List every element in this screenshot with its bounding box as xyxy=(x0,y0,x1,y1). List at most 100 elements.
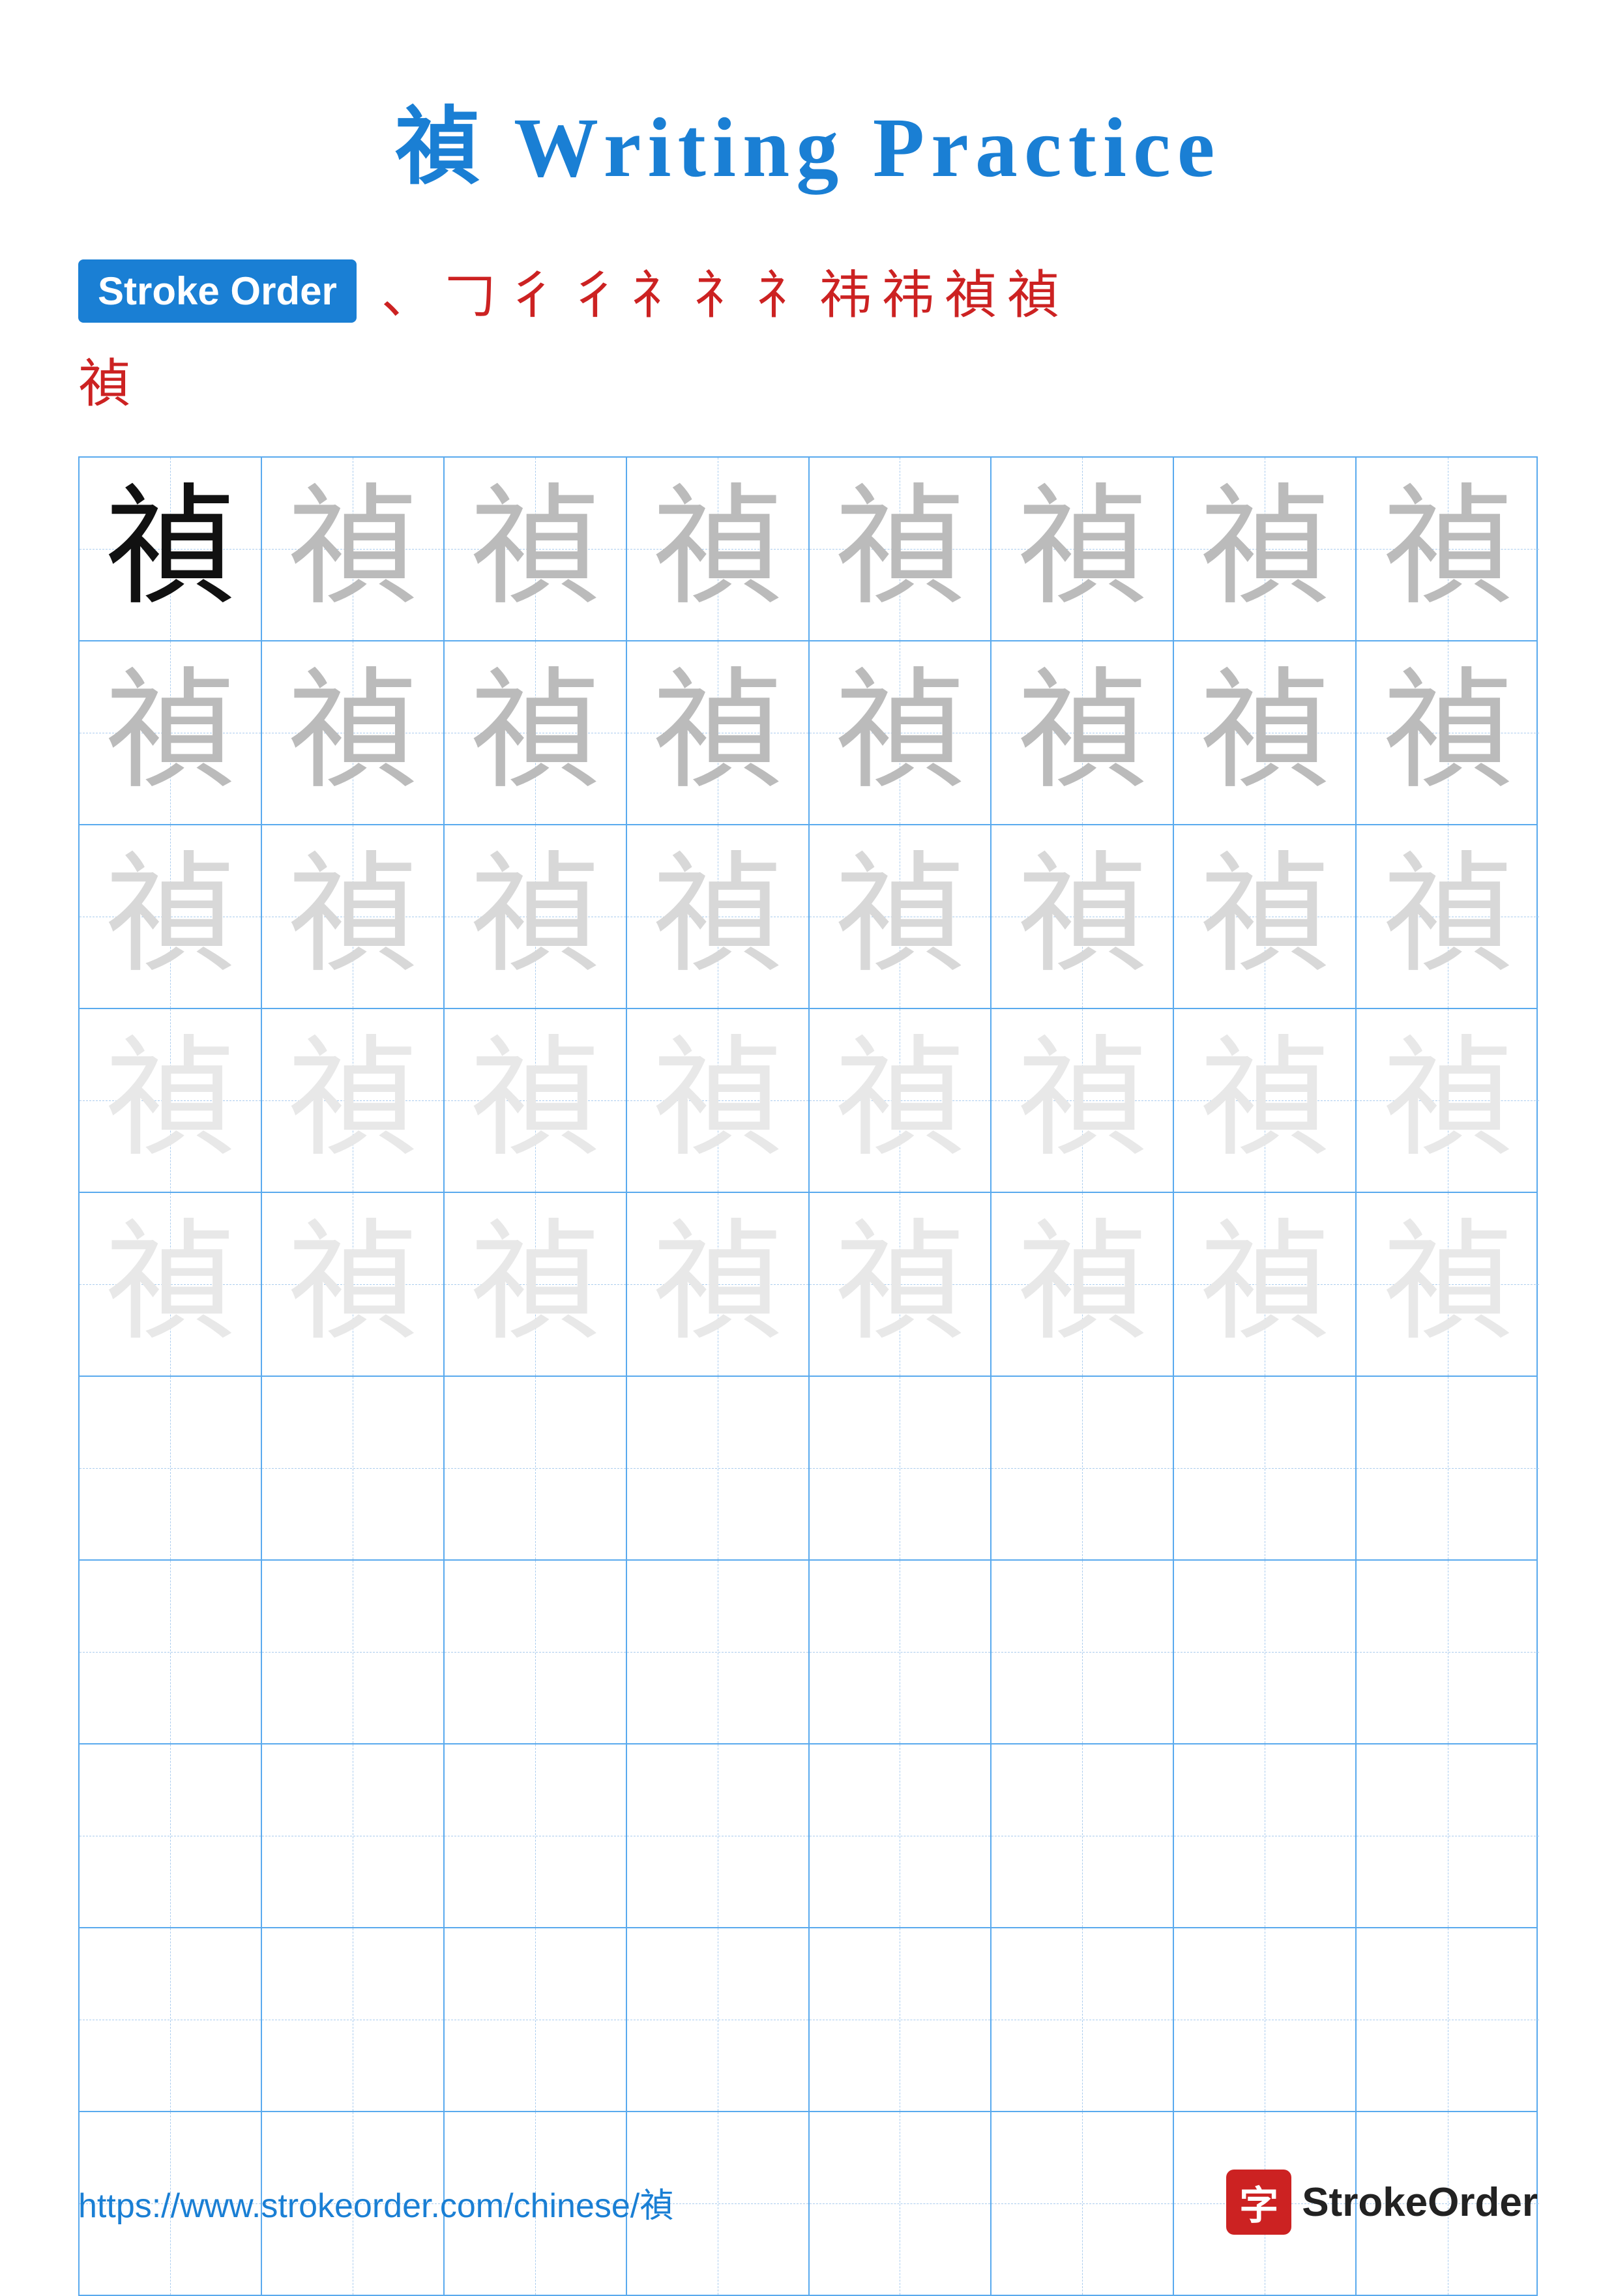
grid-cell-5-1[interactable]: 禎 xyxy=(80,1193,262,1376)
grid-cell-8-8[interactable] xyxy=(1357,1744,1539,1927)
grid-cell-7-7[interactable] xyxy=(1174,1561,1357,1743)
grid-cell-4-6[interactable]: 禎 xyxy=(992,1009,1174,1192)
grid-cell-5-3[interactable]: 禎 xyxy=(445,1193,627,1376)
grid-cell-1-8[interactable]: 禎 xyxy=(1357,458,1539,640)
grid-cell-4-7[interactable]: 禎 xyxy=(1174,1009,1357,1192)
grid-cell-8-2[interactable] xyxy=(262,1744,445,1927)
practice-char: 禎 xyxy=(470,484,600,614)
grid-cell-4-8[interactable]: 禎 xyxy=(1357,1009,1539,1192)
stroke-order-section: Stroke Order 、 𠃌 彳 彳 礻 礻 礻 祎 祎 禎 禎 xyxy=(78,253,1538,329)
grid-cell-2-5[interactable]: 禎 xyxy=(810,641,992,824)
grid-cell-3-7[interactable]: 禎 xyxy=(1174,825,1357,1008)
stroke-order-badge: Stroke Order xyxy=(78,259,357,323)
grid-cell-3-4[interactable]: 禎 xyxy=(627,825,810,1008)
grid-cell-9-1[interactable] xyxy=(80,1928,262,2111)
stroke-char-5: 礻 xyxy=(632,253,684,329)
grid-cell-8-3[interactable] xyxy=(445,1744,627,1927)
grid-cell-2-2[interactable]: 禎 xyxy=(262,641,445,824)
grid-cell-2-7[interactable]: 禎 xyxy=(1174,641,1357,824)
grid-cell-8-1[interactable] xyxy=(80,1744,262,1927)
grid-cell-1-7[interactable]: 禎 xyxy=(1174,458,1357,640)
grid-cell-1-3[interactable]: 禎 xyxy=(445,458,627,640)
grid-cell-5-2[interactable]: 禎 xyxy=(262,1193,445,1376)
grid-cell-2-4[interactable]: 禎 xyxy=(627,641,810,824)
grid-cell-9-5[interactable] xyxy=(810,1928,992,2111)
grid-cell-5-6[interactable]: 禎 xyxy=(992,1193,1174,1376)
grid-cell-4-2[interactable]: 禎 xyxy=(262,1009,445,1192)
grid-cell-1-2[interactable]: 禎 xyxy=(262,458,445,640)
practice-char: 禎 xyxy=(1017,484,1147,614)
grid-cell-6-3[interactable] xyxy=(445,1377,627,1559)
grid-row-3: 禎 禎 禎 禎 禎 禎 禎 禎 xyxy=(80,825,1536,1009)
grid-cell-7-8[interactable] xyxy=(1357,1561,1539,1743)
practice-char: 禎 xyxy=(834,668,965,798)
grid-cell-1-1[interactable]: 禎 xyxy=(80,458,262,640)
grid-cell-6-1[interactable] xyxy=(80,1377,262,1559)
practice-char: 禎 xyxy=(1383,1219,1513,1349)
grid-cell-4-1[interactable]: 禎 xyxy=(80,1009,262,1192)
grid-cell-5-5[interactable]: 禎 xyxy=(810,1193,992,1376)
grid-cell-1-6[interactable]: 禎 xyxy=(992,458,1174,640)
grid-cell-4-4[interactable]: 禎 xyxy=(627,1009,810,1192)
title-text: Writing Practice xyxy=(486,101,1222,195)
practice-char: 禎 xyxy=(1017,668,1147,798)
grid-cell-6-2[interactable] xyxy=(262,1377,445,1559)
grid-cell-4-5[interactable]: 禎 xyxy=(810,1009,992,1192)
grid-cell-6-6[interactable] xyxy=(992,1377,1174,1559)
grid-cell-3-8[interactable]: 禎 xyxy=(1357,825,1539,1008)
practice-char: 禎 xyxy=(1383,484,1513,614)
grid-cell-9-4[interactable] xyxy=(627,1928,810,2111)
grid-cell-8-6[interactable] xyxy=(992,1744,1174,1927)
grid-cell-6-7[interactable] xyxy=(1174,1377,1357,1559)
practice-char: 禎 xyxy=(653,668,783,798)
grid-cell-3-5[interactable]: 禎 xyxy=(810,825,992,1008)
practice-char: 禎 xyxy=(470,1035,600,1166)
practice-char: 禎 xyxy=(1017,1219,1147,1349)
practice-char: 禎 xyxy=(653,1035,783,1166)
grid-cell-7-5[interactable] xyxy=(810,1561,992,1743)
grid-cell-8-7[interactable] xyxy=(1174,1744,1357,1927)
grid-cell-8-4[interactable] xyxy=(627,1744,810,1927)
stroke-char-4: 彳 xyxy=(569,253,621,329)
grid-cell-2-3[interactable]: 禎 xyxy=(445,641,627,824)
stroke-char-9: 祎 xyxy=(882,253,934,329)
grid-cell-9-2[interactable] xyxy=(262,1928,445,2111)
grid-cell-7-2[interactable] xyxy=(262,1561,445,1743)
grid-cell-9-8[interactable] xyxy=(1357,1928,1539,2111)
grid-cell-5-4[interactable]: 禎 xyxy=(627,1193,810,1376)
grid-cell-4-3[interactable]: 禎 xyxy=(445,1009,627,1192)
grid-cell-9-3[interactable] xyxy=(445,1928,627,2111)
practice-grid: 禎 禎 禎 禎 禎 禎 禎 禎 禎 禎 禎 xyxy=(78,456,1538,2296)
grid-cell-7-3[interactable] xyxy=(445,1561,627,1743)
grid-cell-2-8[interactable]: 禎 xyxy=(1357,641,1539,824)
grid-cell-2-1[interactable]: 禎 xyxy=(80,641,262,824)
grid-cell-7-4[interactable] xyxy=(627,1561,810,1743)
footer-url: https://www.strokeorder.com/chinese/禎 xyxy=(78,2178,673,2227)
practice-char: 禎 xyxy=(834,851,965,982)
title-char: 禎 xyxy=(395,101,486,195)
grid-cell-3-6[interactable]: 禎 xyxy=(992,825,1174,1008)
grid-cell-7-1[interactable] xyxy=(80,1561,262,1743)
grid-cell-5-7[interactable]: 禎 xyxy=(1174,1193,1357,1376)
practice-char: 禎 xyxy=(653,1219,783,1349)
grid-cell-3-3[interactable]: 禎 xyxy=(445,825,627,1008)
stroke-char-8: 祎 xyxy=(819,253,872,329)
grid-cell-6-5[interactable] xyxy=(810,1377,992,1559)
grid-cell-3-1[interactable]: 禎 xyxy=(80,825,262,1008)
grid-cell-9-7[interactable] xyxy=(1174,1928,1357,2111)
grid-cell-8-5[interactable] xyxy=(810,1744,992,1927)
grid-cell-6-8[interactable] xyxy=(1357,1377,1539,1559)
stroke-char-3: 彳 xyxy=(507,253,559,329)
grid-cell-9-6[interactable] xyxy=(992,1928,1174,2111)
stroke-char-1: 、 xyxy=(381,253,433,329)
grid-cell-2-6[interactable]: 禎 xyxy=(992,641,1174,824)
grid-cell-7-6[interactable] xyxy=(992,1561,1174,1743)
grid-cell-3-2[interactable]: 禎 xyxy=(262,825,445,1008)
page-title: 禎 Writing Practice xyxy=(0,0,1616,201)
grid-cell-1-5[interactable]: 禎 xyxy=(810,458,992,640)
practice-char: 禎 xyxy=(287,1219,418,1349)
grid-cell-1-4[interactable]: 禎 xyxy=(627,458,810,640)
grid-cell-6-4[interactable] xyxy=(627,1377,810,1559)
practice-char: 禎 xyxy=(653,484,783,614)
grid-cell-5-8[interactable]: 禎 xyxy=(1357,1193,1539,1376)
